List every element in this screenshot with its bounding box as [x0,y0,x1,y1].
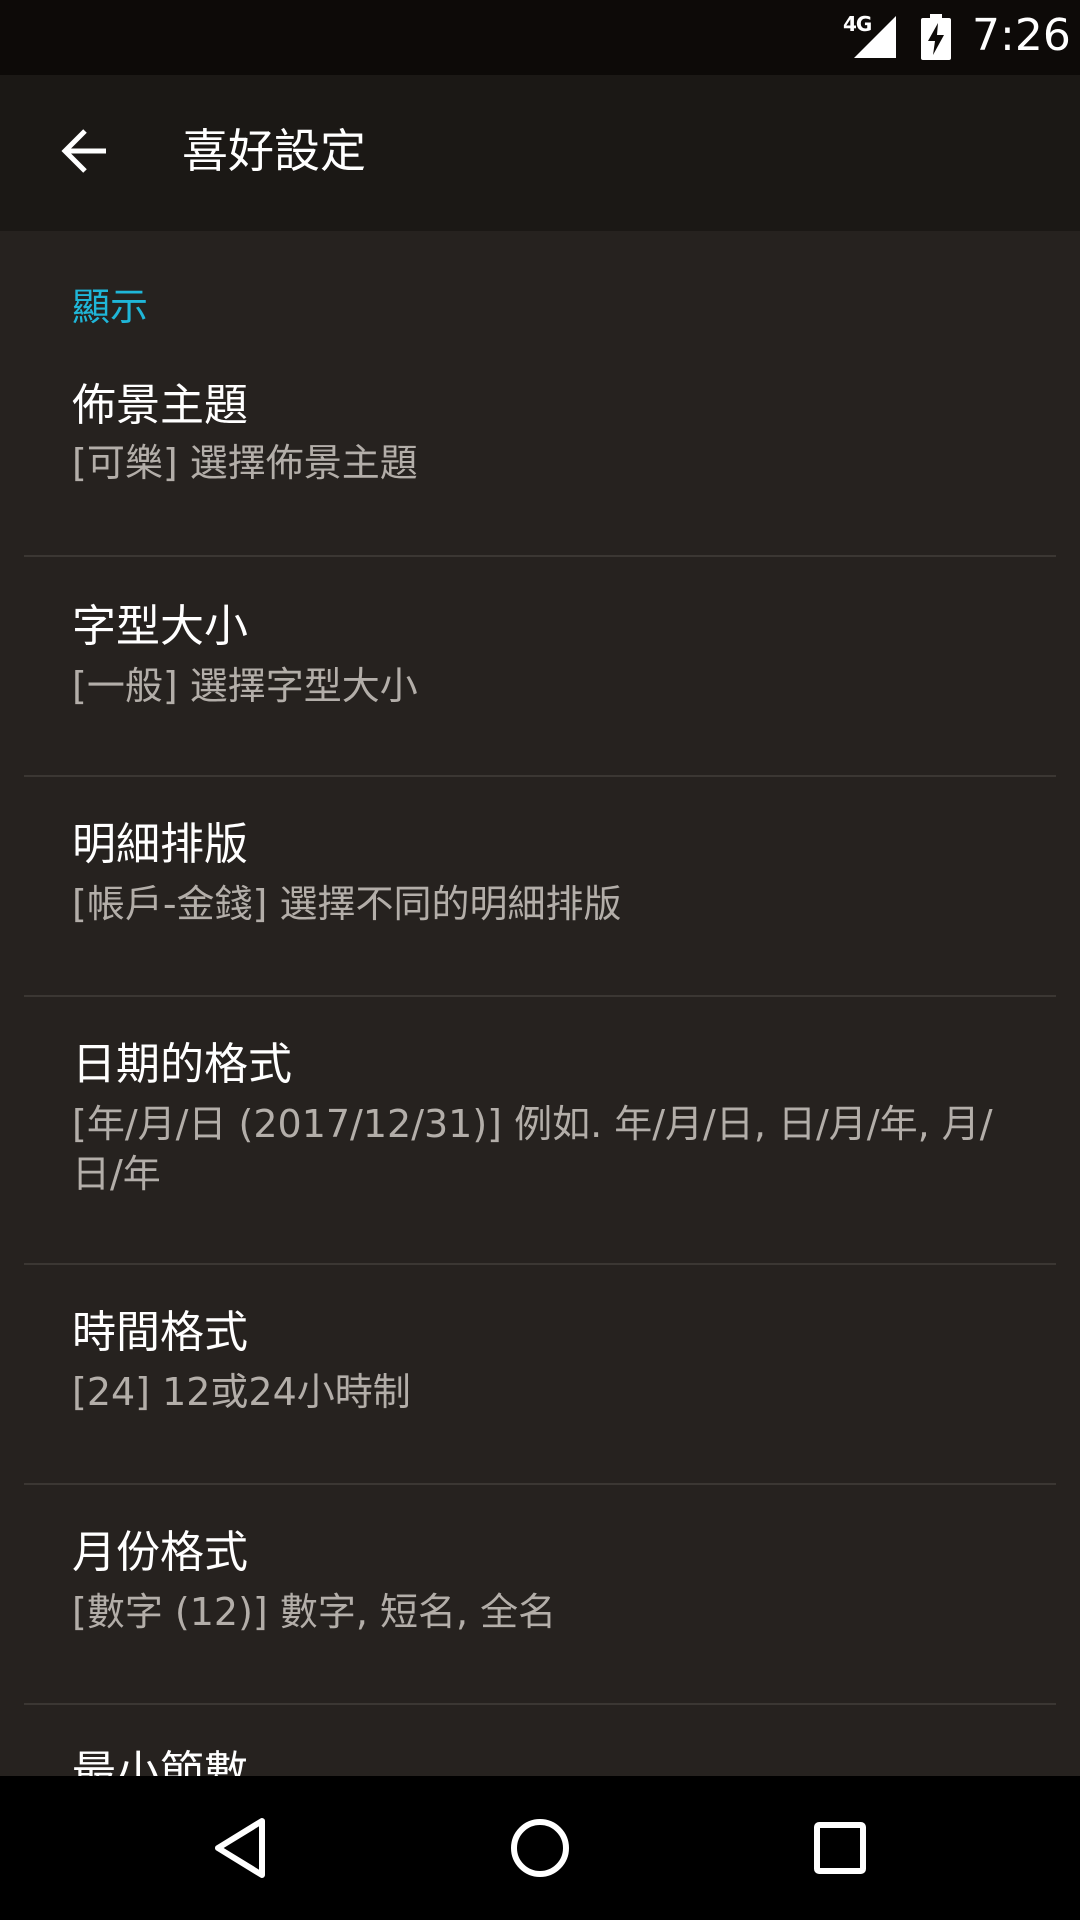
preferences-list: 顯示 佈景主題 [可樂] 選擇佈景主題 字型大小 [一般] 選擇字型大小 明細排… [0,231,1080,1776]
section-header-display: 顯示 [72,285,149,329]
back-button[interactable] [50,116,120,186]
pref-summary: [年/月/日 (2017/12/31)] 例如. 年/月/日, 日/月/年, 月… [72,1102,993,1196]
pref-time-format[interactable]: 時間格式 [24] 12或24小時制 [0,1265,1080,1483]
circle-home-icon [511,1819,569,1877]
pref-title: 月份格式 [72,1527,248,1578]
app-bar: 喜好設定 [0,75,1080,231]
nav-back-button[interactable] [190,1806,290,1890]
pref-summary: [可樂] 選擇佈景主題 [72,441,418,485]
pref-month-format[interactable]: 月份格式 [數字 (12)] 數字, 短名, 全名 [0,1485,1080,1703]
nav-recents-button[interactable] [790,1806,890,1890]
pref-title: 時間格式 [72,1307,248,1358]
network-type-label: 4G [843,12,872,36]
triangle-back-icon [215,1818,265,1878]
pref-theme[interactable]: 佈景主題 [可樂] 選擇佈景主題 [0,374,1080,552]
pref-title: 字型大小 [72,601,248,652]
pref-title: 日期的格式 [72,1039,292,1090]
pref-title: 最小節數 [72,1747,248,1776]
pref-summary: [24] 12或24小時制 [72,1370,411,1414]
pref-min-decimals[interactable]: 最小節數 [0,1705,1080,1776]
navigation-bar [0,1776,1080,1920]
pref-summary: [數字 (12)] 數字, 短名, 全名 [72,1590,557,1634]
nav-home-button[interactable] [490,1806,590,1890]
pref-summary: [帳戶-金錢] 選擇不同的明細排版 [72,882,622,926]
battery-charging-icon [921,14,951,60]
preferences-screen: 4G 7:26 喜好設定 顯示 佈景主題 [可樂] 選擇佈景主題 字型大小 [一… [0,0,1080,1920]
pref-summary: [一般] 選擇字型大小 [72,664,418,708]
pref-font-size[interactable]: 字型大小 [一般] 選擇字型大小 [0,557,1080,775]
page-title: 喜好設定 [182,124,366,178]
status-bar: 4G 7:26 [0,0,1080,75]
pref-date-format[interactable]: 日期的格式 [年/月/日 (2017/12/31)] 例如. 年/月/日, 日/… [0,997,1080,1263]
arrow-back-icon [61,129,106,173]
square-recents-icon [814,1822,866,1874]
pref-title: 佈景主題 [72,380,248,431]
pref-detail-layout[interactable]: 明細排版 [帳戶-金錢] 選擇不同的明細排版 [0,777,1080,995]
clock: 7:26 [972,10,1071,61]
pref-title: 明細排版 [72,819,248,870]
